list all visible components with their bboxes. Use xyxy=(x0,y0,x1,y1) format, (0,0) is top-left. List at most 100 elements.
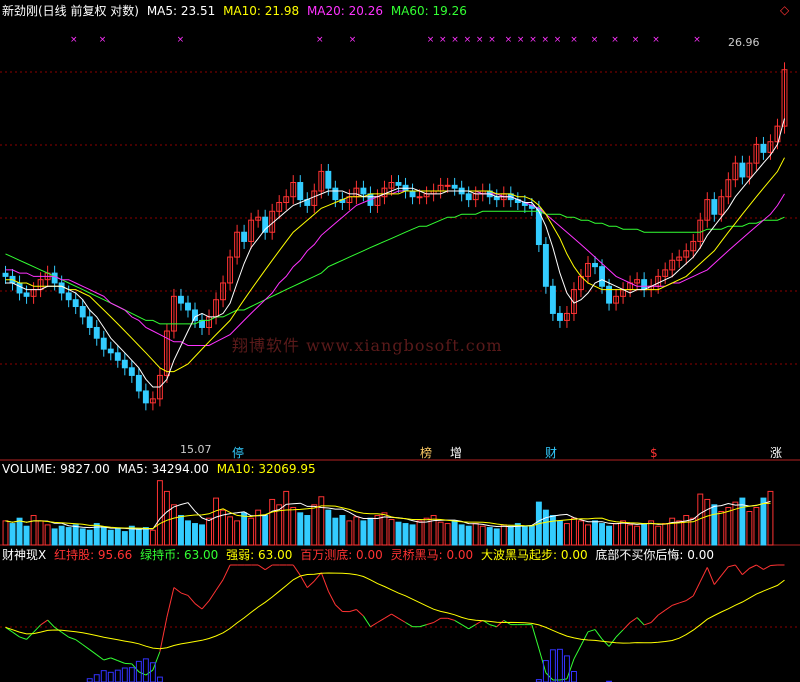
volume-bar[interactable] xyxy=(107,529,114,546)
volume-bar[interactable] xyxy=(683,515,690,546)
candle[interactable] xyxy=(332,187,339,201)
volume-bar[interactable] xyxy=(121,531,128,546)
volume-bar[interactable] xyxy=(72,524,79,546)
volume-bar[interactable] xyxy=(479,525,486,546)
volume-bar[interactable] xyxy=(711,504,718,546)
candle[interactable] xyxy=(2,272,9,277)
volume-bar[interactable] xyxy=(318,496,325,546)
candle[interactable] xyxy=(360,187,367,195)
volume-bar[interactable] xyxy=(760,497,767,546)
volume-bar[interactable] xyxy=(283,490,290,546)
volume-bar[interactable] xyxy=(585,524,591,546)
volume-bar[interactable] xyxy=(79,528,86,546)
volume-bar[interactable] xyxy=(528,525,535,546)
volume-bar[interactable] xyxy=(606,525,613,546)
volume-bar[interactable] xyxy=(430,515,437,546)
volume-bar[interactable] xyxy=(662,523,669,546)
volume-bar[interactable] xyxy=(135,528,142,546)
volume-bar[interactable] xyxy=(325,509,332,546)
volume-bar[interactable] xyxy=(374,515,381,546)
volume-bar[interactable] xyxy=(2,520,9,546)
candle[interactable] xyxy=(100,337,107,350)
volume-bar[interactable] xyxy=(641,523,648,546)
volume-bar[interactable] xyxy=(30,515,37,546)
volume-bar[interactable] xyxy=(570,517,577,546)
volume-bar[interactable] xyxy=(416,520,423,546)
volume-bar[interactable] xyxy=(592,520,598,546)
candle[interactable] xyxy=(128,367,135,376)
volume-panel[interactable] xyxy=(2,480,774,546)
volume-bar[interactable] xyxy=(192,523,198,546)
candle[interactable] xyxy=(107,348,114,354)
candle[interactable] xyxy=(711,199,718,215)
volume-bar[interactable] xyxy=(297,512,304,546)
volume-bar[interactable] xyxy=(549,515,556,546)
indicator-panel[interactable] xyxy=(5,564,785,682)
candle[interactable] xyxy=(444,184,451,187)
volume-bar[interactable] xyxy=(437,521,444,546)
volume-bar[interactable] xyxy=(620,520,627,546)
volume-bar[interactable] xyxy=(65,527,72,546)
candle[interactable] xyxy=(542,244,549,287)
volume-bar[interactable] xyxy=(163,490,170,546)
volume-bar[interactable] xyxy=(451,520,458,546)
candle[interactable] xyxy=(177,295,184,304)
volume-bar[interactable] xyxy=(311,504,318,546)
volume-bar[interactable] xyxy=(114,528,121,546)
volume-bar[interactable] xyxy=(521,525,528,546)
candle[interactable] xyxy=(556,312,563,321)
volume-bar[interactable] xyxy=(177,515,184,546)
volume-bar[interactable] xyxy=(58,525,65,546)
volume-bar[interactable] xyxy=(500,524,507,546)
volume-bar[interactable] xyxy=(556,520,563,546)
volume-bar[interactable] xyxy=(37,520,44,546)
volume-bar[interactable] xyxy=(767,490,774,546)
volume-bar[interactable] xyxy=(718,511,725,546)
volume-bar[interactable] xyxy=(360,520,367,546)
volume-bar[interactable] xyxy=(578,520,584,546)
candle[interactable] xyxy=(114,352,121,361)
candle[interactable] xyxy=(185,302,191,311)
volume-bar[interactable] xyxy=(44,524,51,546)
volume-bar[interactable] xyxy=(206,517,212,546)
volume-bar[interactable] xyxy=(100,527,107,546)
candle[interactable] xyxy=(86,316,93,328)
volume-bar[interactable] xyxy=(648,520,655,546)
candle[interactable] xyxy=(72,299,79,308)
candle[interactable] xyxy=(739,162,746,178)
candle[interactable] xyxy=(241,231,248,242)
candle[interactable] xyxy=(135,374,142,392)
candle[interactable] xyxy=(58,282,65,294)
volume-bar[interactable] xyxy=(486,527,493,546)
volume-bar[interactable] xyxy=(353,516,360,546)
candle[interactable] xyxy=(192,309,198,321)
candle[interactable] xyxy=(606,285,613,304)
volume-bar[interactable] xyxy=(409,524,416,546)
volume-bar[interactable] xyxy=(241,512,248,546)
volume-bar[interactable] xyxy=(86,529,93,546)
volume-bar[interactable] xyxy=(367,517,374,546)
volume-bar[interactable] xyxy=(234,520,241,546)
volume-bar[interactable] xyxy=(51,528,58,546)
volume-bar[interactable] xyxy=(269,498,276,546)
volume-bar[interactable] xyxy=(753,506,760,546)
volume-bar[interactable] xyxy=(185,520,191,546)
candle[interactable] xyxy=(93,326,100,339)
volume-bar[interactable] xyxy=(725,506,732,546)
volume-bar[interactable] xyxy=(304,515,311,546)
volume-bar[interactable] xyxy=(156,480,163,546)
volume-bar[interactable] xyxy=(388,519,395,546)
volume-bar[interactable] xyxy=(655,525,662,546)
volume-bar[interactable] xyxy=(9,523,16,546)
volume-bar[interactable] xyxy=(458,524,465,546)
volume-bar[interactable] xyxy=(290,506,297,546)
volume-bar[interactable] xyxy=(16,517,23,546)
candle[interactable] xyxy=(760,143,767,153)
candle[interactable] xyxy=(416,196,423,199)
volume-bar[interactable] xyxy=(599,523,605,546)
volume-bar[interactable] xyxy=(227,516,234,546)
volume-bar[interactable] xyxy=(472,523,479,546)
candle[interactable] xyxy=(297,182,304,201)
volume-bar[interactable] xyxy=(248,517,255,546)
candle[interactable] xyxy=(395,182,402,186)
